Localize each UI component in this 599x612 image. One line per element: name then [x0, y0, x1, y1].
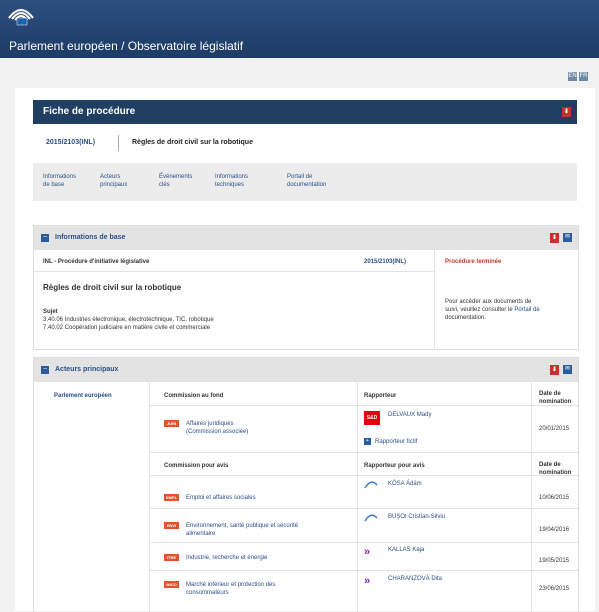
committee-name[interactable]: Industrie, recherche et énergie [186, 554, 267, 562]
committee-badge[interactable]: ENVI [164, 522, 179, 529]
group-logo-sd: S&D [364, 411, 380, 425]
subject-line: 7.40.02 Coopération judiciaire en matièr… [43, 325, 211, 331]
column-header-date: Date de nomination [539, 391, 572, 405]
lang-en-button[interactable]: EN [568, 72, 577, 81]
procedure-reference: 2015/2103(INL) [46, 139, 96, 146]
basic-info-title-text: Règles de droit civil sur la robotique [43, 283, 182, 292]
site-header: Parlement européen / Observatoire législ… [0, 0, 599, 58]
procedure-sheet-title: Fiche de procédure [43, 106, 136, 117]
procedure-sheet-bar: Fiche de procédure ⬇ [33, 100, 577, 124]
procedure-title: Règles de droit civil sur la robotique [132, 139, 253, 146]
mail-icon[interactable]: ✉ [563, 233, 572, 242]
institution-name[interactable]: Parlement européen [54, 392, 112, 400]
divider [118, 135, 119, 151]
rapporteur-name[interactable]: CHARANZOVÁ Dita [388, 575, 442, 583]
group-logo-epp-icon [364, 514, 378, 522]
collapse-icon[interactable]: − [41, 234, 49, 242]
tab-basic-info[interactable]: Informations de base [43, 173, 76, 189]
pdf-icon[interactable]: ⬇ [562, 107, 571, 117]
rapporteur-name[interactable]: KALLAS Kaja [388, 546, 424, 554]
divider [531, 382, 532, 612]
procedure-type: INL - Procédure d'initiative législative [43, 259, 150, 265]
group-logo-renew-icon: » [364, 546, 371, 558]
committee-badge[interactable]: IMCO [164, 581, 179, 588]
subject-label: Sujet [43, 309, 58, 315]
rapporteur-name[interactable]: KÓSA Ádám [388, 480, 422, 488]
divider [150, 475, 578, 476]
tab-technical-info[interactable]: Informations techniques [215, 173, 248, 189]
rapporteur-name[interactable]: DELVAUX Mady [388, 411, 431, 419]
procedure-status: Procédure terminée [445, 259, 502, 265]
section-tabs: Informations de base Acteurs principaux Év… [33, 163, 577, 201]
basic-info-title: Informations de base [55, 234, 126, 241]
divider [150, 570, 578, 571]
nomination-date: 20/01/2015 [539, 426, 570, 432]
column-header-committee: Commission au fond [164, 393, 224, 399]
subject-line: 3.40.06 Industries électronique, électro… [43, 317, 214, 323]
ep-logo-icon[interactable] [8, 4, 34, 26]
rapporteur-name[interactable]: BUȘOI Cristian-Silviu [388, 513, 445, 521]
column-header-rapporteur: Rapporteur [364, 393, 397, 399]
committee-badge[interactable]: EMPL [164, 494, 179, 501]
group-logo-renew-icon: » [364, 575, 371, 587]
main-actors-section: − Acteurs principaux ⬇ ✉ Parlement europ… [33, 357, 579, 612]
main-actors-title: Acteurs principaux [55, 366, 119, 373]
shadow-rapporteur-icon[interactable]: + [364, 438, 371, 445]
tab-documentation-portal[interactable]: Portail de documentation [287, 173, 326, 189]
tab-key-events[interactable]: Événements clés [159, 173, 192, 189]
nomination-date: 10/06/2015 [539, 495, 570, 501]
group-logo-epp-icon [364, 481, 378, 489]
mail-icon[interactable]: ✉ [563, 365, 572, 374]
procedure-reference: 2015/2103(INL) [364, 259, 407, 265]
committee-name[interactable]: Affaires juridiques (Commission associée) [186, 420, 248, 436]
divider [150, 542, 578, 543]
divider [149, 382, 150, 612]
procedure-page: Fiche de procédure ⬇ 2015/2103(INL) Règl… [15, 88, 595, 612]
tab-main-actors[interactable]: Acteurs principaux [100, 173, 127, 189]
divider [150, 452, 578, 453]
nomination-date: 23/06/2015 [539, 586, 570, 592]
divider [434, 250, 435, 349]
pdf-icon[interactable]: ⬇ [550, 365, 559, 375]
main-actors-header[interactable]: − Acteurs principaux ⬇ ✉ [34, 358, 578, 382]
divider [34, 271, 434, 272]
follow-up-text: Pour accéder aux documents de suivi, veu… [445, 299, 540, 321]
site-title[interactable]: Parlement européen / Observatoire législ… [9, 39, 243, 53]
lang-fr-button[interactable]: FR [579, 72, 588, 81]
nomination-date: 19/05/2015 [539, 558, 570, 564]
divider [150, 405, 578, 406]
pdf-icon[interactable]: ⬇ [550, 233, 559, 243]
documentation-portal-link[interactable]: Portail de [514, 307, 539, 313]
column-header-opinion-rapporteur: Rapporteur pour avis [364, 463, 425, 469]
committee-name[interactable]: Marché intérieur et protection des consom… [186, 581, 275, 597]
committee-badge[interactable]: ITRE [164, 554, 179, 561]
basic-info-section: − Informations de base ⬇ ✉ INL - Procédu… [33, 225, 579, 350]
basic-info-header[interactable]: − Informations de base ⬇ ✉ [34, 226, 578, 250]
shadow-rapporteur-link[interactable]: Rapporteur fictif [375, 438, 417, 446]
divider [150, 508, 578, 509]
nomination-date: 19/04/2016 [539, 527, 570, 533]
committee-name[interactable]: Environnement, santé publique et sécurit… [186, 522, 298, 538]
divider [357, 382, 358, 612]
collapse-icon[interactable]: − [41, 366, 49, 374]
column-header-opinion: Commission pour avis [164, 463, 229, 469]
committee-badge[interactable]: JURI [164, 420, 179, 427]
committee-name[interactable]: Emploi et affaires sociales [186, 494, 256, 502]
